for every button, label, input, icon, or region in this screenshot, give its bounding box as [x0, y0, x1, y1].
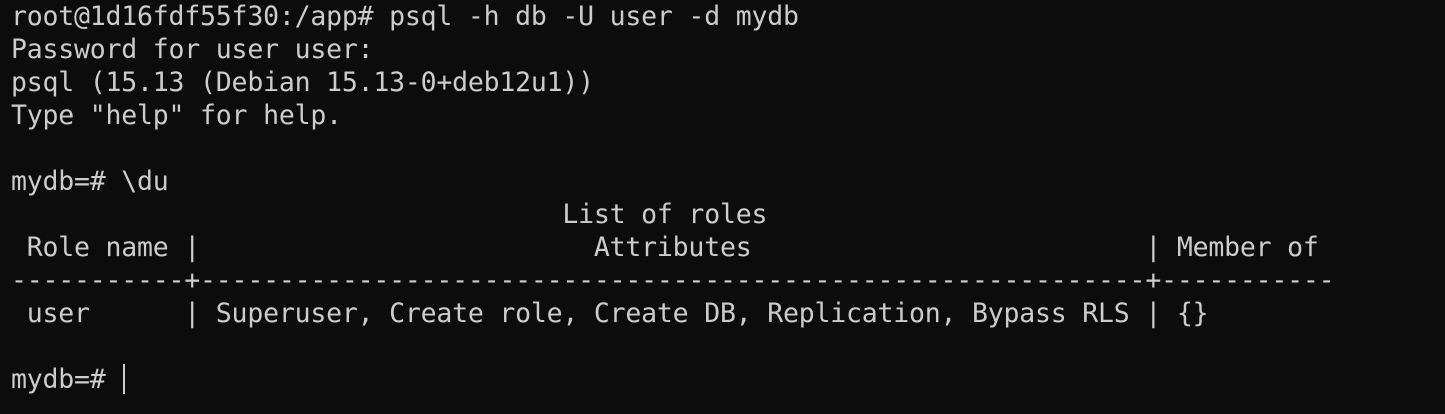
table-separator: -----------+----------------------------… [11, 265, 1335, 296]
psql-version-line: psql (15.13 (Debian 15.13-0+deb12u1)) [11, 67, 594, 98]
active-prompt-line[interactable]: mydb=# [11, 363, 1445, 396]
terminal-window[interactable]: root@1d16fdf55f30:/app# psql -h db -U us… [0, 0, 1445, 414]
command-line-psql: root@1d16fdf55f30:/app# psql -h db -U us… [11, 1, 799, 32]
table-row: user | Superuser, Create role, Create DB… [11, 298, 1209, 329]
password-prompt-line: Password for user user: [11, 34, 374, 65]
command-line-du: mydb=# \du [11, 166, 169, 197]
text-cursor [123, 364, 126, 394]
prompt-text: mydb=# [11, 364, 122, 395]
table-header-row: Role name | Attributes | Member of [11, 232, 1319, 263]
help-hint-line: Type "help" for help. [11, 100, 342, 131]
table-title: List of roles [11, 199, 768, 230]
